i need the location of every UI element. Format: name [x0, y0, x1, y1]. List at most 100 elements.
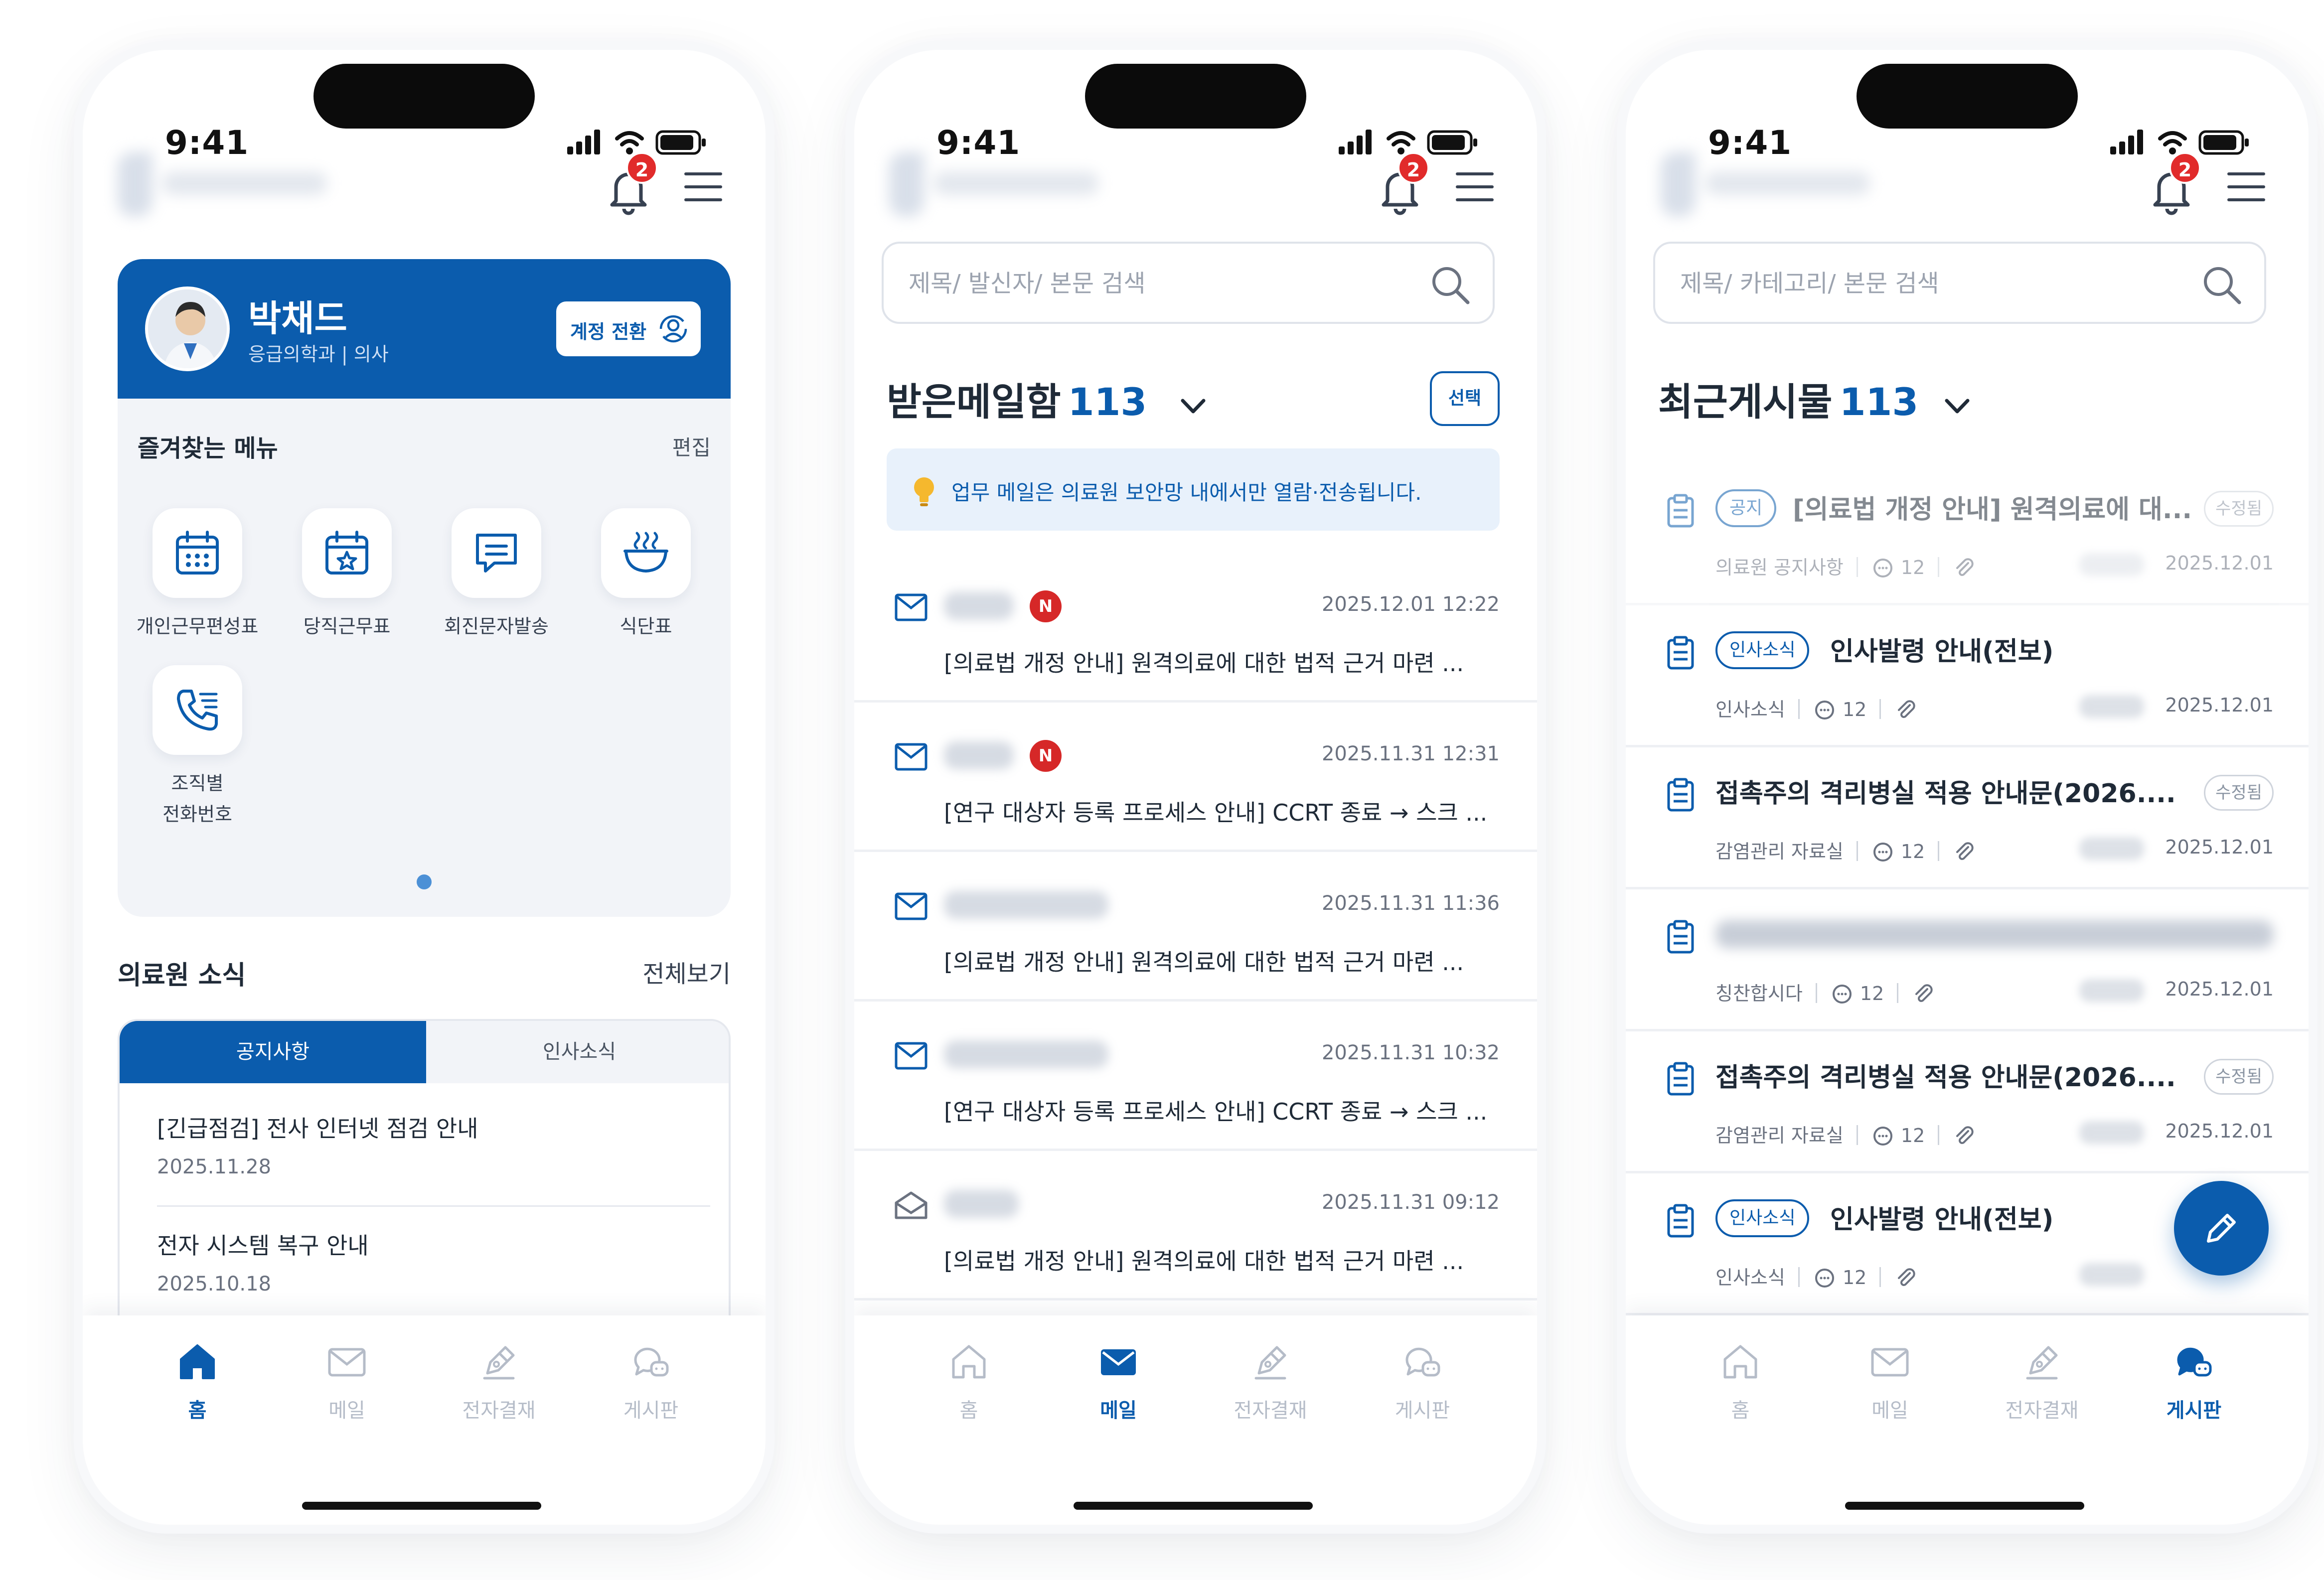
mail-subject: [의료법 개정 안내] 원격의료에 대한 법적 근거 마련 ...	[944, 650, 1464, 677]
home-indicator	[1074, 1502, 1313, 1510]
paperclip-icon	[1956, 558, 1974, 576]
mail-list-item[interactable]: 2025.11.31 11:36 [의료법 개정 안내] 원격의료에 대한 법적…	[854, 852, 1537, 1002]
write-post-button[interactable]	[2174, 1181, 2269, 1276]
hamburger-menu-icon[interactable]	[683, 169, 723, 204]
post-list-item[interactable]: 접촉주의 격리병실 적용 안내문(2026.... 수정됨 감염관리 자료실 1…	[1626, 1031, 2309, 1173]
board-search-input[interactable]	[1680, 264, 2178, 303]
favorite-org-phonebook[interactable]: 조직별 전화번호	[133, 665, 262, 830]
account-switch-button[interactable]: 계정 전환	[556, 301, 701, 356]
post-list-item[interactable]: 칭찬합시다 12 2025.12.01	[1626, 889, 2309, 1031]
security-notice: 업무 메일은 의료원 보안망 내에서만 열람·전송됩니다.	[887, 448, 1500, 531]
tab-approval[interactable]: 전자결재	[1196, 1340, 1345, 1440]
lightbulb-icon	[914, 477, 934, 506]
search-icon[interactable]	[2199, 263, 2244, 307]
tab-approval[interactable]: 전자결재	[1967, 1340, 2117, 1440]
tab-board[interactable]: 게시판	[1348, 1340, 1497, 1440]
clipboard-icon	[1667, 920, 1694, 954]
meal-icon	[623, 532, 668, 573]
post-date: 2025.12.01	[2165, 694, 2274, 716]
hamburger-menu-icon[interactable]	[1455, 169, 1495, 204]
mail-date: 2025.11.31 10:32	[1321, 1041, 1500, 1064]
profile-card: 박채드 응급의학과 | 의사 계정 전환 즐겨찾는 메뉴 편집 개인근무편성표 …	[118, 259, 731, 917]
tab-label: 메일	[328, 1399, 365, 1422]
search-icon[interactable]	[1428, 263, 1473, 307]
favorites-edit-button[interactable]: 편집	[672, 431, 711, 461]
security-notice-text: 업무 메일은 의료원 보안망 내에서만 열람·전송됩니다.	[951, 480, 1422, 505]
favorite-personal-schedule[interactable]: 개인근무편성표	[133, 508, 262, 642]
favorite-label: 당직근무표	[303, 615, 391, 637]
mail-icon	[328, 1348, 366, 1377]
post-list-item[interactable]: 인사소식 인사발령 안내(전보) 인사소식 12 2025.12.01	[1626, 605, 2309, 747]
sender-blurred	[944, 592, 1014, 620]
tab-home[interactable]: 홈	[894, 1340, 1044, 1440]
mail-icon	[1101, 1349, 1136, 1375]
tab-home[interactable]: 홈	[1666, 1340, 1815, 1440]
mail-list-item[interactable]: 2025.11.31 09:12 [의료법 개정 안내] 원격의료에 대한 법적…	[854, 1151, 1537, 1300]
news-item-title[interactable]: 전자 시스템 복구 안내	[157, 1228, 369, 1261]
post-category-tag: 인사소식	[1715, 1199, 1810, 1237]
post-meta: 칭찬합시다 12	[1715, 978, 1935, 1006]
comment-icon	[1832, 985, 1852, 1004]
phone-board-screen: 9:41 2 최근게시물113 공지 [의료법 개정 안내] 원격의료에 대..…	[1626, 50, 2309, 1525]
author-blurred	[2079, 695, 2144, 718]
chevron-down-icon[interactable]	[1940, 389, 1975, 424]
clipboard-icon	[1667, 778, 1694, 812]
home-indicator	[302, 1502, 541, 1510]
envelope-open-icon	[895, 1191, 928, 1219]
favorite-meal-menu[interactable]: 식단표	[581, 508, 711, 642]
clipboard-icon	[1667, 636, 1694, 670]
author-blurred	[2079, 553, 2144, 576]
tab-board[interactable]: 게시판	[576, 1340, 726, 1440]
comment-icon	[1873, 1127, 1892, 1146]
chat-board-icon	[1405, 1347, 1440, 1377]
tab-home[interactable]: 홈	[123, 1340, 272, 1440]
profile-name: 박채드	[248, 297, 347, 339]
pencil-icon	[2207, 1214, 2236, 1243]
paperclip-icon	[1898, 700, 1915, 718]
account-switch-label: 계정 전환	[570, 321, 647, 343]
mail-search-box	[882, 242, 1495, 324]
news-view-all-link[interactable]: 전체보기	[642, 954, 731, 989]
envelope-unread-icon	[895, 1042, 928, 1070]
post-list-item[interactable]: 접촉주의 격리병실 적용 안내문(2026.... 수정됨 감염관리 자료실 1…	[1626, 747, 2309, 889]
mailbox-title[interactable]: 받은메일함 113	[887, 371, 1147, 426]
mail-list-item[interactable]: 2025.11.31 10:32 [연구 대상자 등록 프로세스 안내] CCR…	[854, 1002, 1537, 1151]
board-title[interactable]: 최근게시물 113	[1658, 371, 1918, 426]
mail-count: 113	[1068, 380, 1147, 424]
select-button[interactable]: 선택	[1430, 371, 1500, 426]
screens-stage: 9:41 2 박채드 응급의학과 | 의사 계정 전환 즐겨찾는 메뉴 편집 개…	[0, 0, 2324, 1580]
post-date: 2025.12.01	[2165, 552, 2274, 574]
favorite-rounds-message[interactable]: 회진문자발송	[432, 508, 561, 642]
divider	[157, 1205, 710, 1207]
dynamic-island	[1857, 64, 2078, 129]
tab-label: 게시판	[1394, 1399, 1450, 1422]
envelope-unread-icon	[895, 593, 928, 621]
mail-list-item[interactable]: N 2025.12.01 12:22 [의료법 개정 안내] 원격의료에 대한 …	[854, 553, 1537, 703]
post-list-item[interactable]: 공지 [의료법 개정 안내] 원격의료에 대... 수정됨 의료원 공지사항 1…	[1626, 463, 2309, 605]
tab-label: 메일	[1871, 1399, 1908, 1422]
bottom-tab-bar: 홈 메일 전자결재 게시판	[1626, 1315, 2309, 1525]
board-search-box	[1653, 242, 2266, 324]
logo-blurred	[118, 147, 337, 222]
mail-search-input[interactable]	[909, 264, 1407, 303]
chevron-down-icon[interactable]	[1176, 389, 1211, 424]
tab-mail[interactable]: 메일	[272, 1340, 422, 1440]
news-item-title[interactable]: [긴급점검] 전사 인터넷 점검 안내	[157, 1111, 478, 1144]
modified-badge: 수정됨	[2204, 1059, 2274, 1095]
favorite-duty-schedule[interactable]: 당직근무표	[282, 508, 412, 642]
tab-notices[interactable]: 공지사항	[120, 1021, 426, 1083]
carousel-page-dot[interactable]	[417, 874, 432, 889]
news-item-date: 2025.10.18	[157, 1273, 272, 1295]
mail-list-item[interactable]: N 2025.11.31 12:31 [연구 대상자 등록 프로세스 안내] C…	[854, 703, 1537, 852]
tab-mail[interactable]: 메일	[1815, 1340, 1965, 1440]
tab-label: 게시판	[2166, 1399, 2222, 1422]
author-blurred	[2079, 837, 2144, 860]
tab-approval[interactable]: 전자결재	[424, 1340, 574, 1440]
hamburger-menu-icon[interactable]	[2226, 169, 2266, 204]
tab-board[interactable]: 게시판	[2119, 1340, 2269, 1440]
logo-blurred	[889, 147, 1108, 222]
tab-mail[interactable]: 메일	[1044, 1340, 1193, 1440]
author-blurred	[2079, 1121, 2144, 1144]
tab-personnel-news[interactable]: 인사소식	[426, 1021, 729, 1083]
dynamic-island	[1085, 64, 1306, 129]
